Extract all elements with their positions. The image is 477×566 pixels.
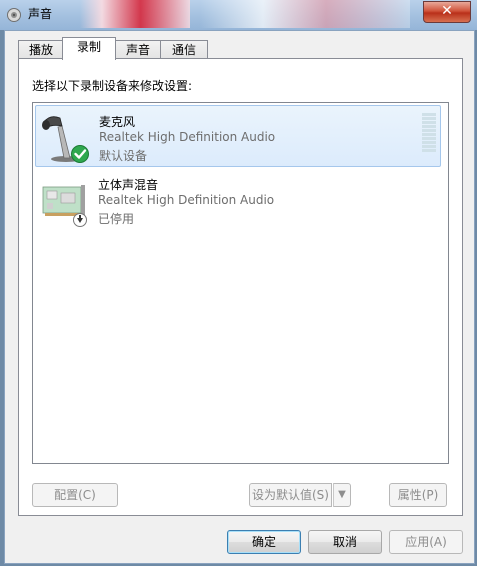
recording-panel: 选择以下录制设备来修改设置: 麦克风 Realtek High Definiti… — [18, 58, 463, 516]
level-meter — [422, 113, 436, 155]
tab-communications[interactable]: 通信 — [160, 40, 208, 59]
tab-playback[interactable]: 播放 — [18, 40, 64, 59]
device-driver: Realtek High Definition Audio — [99, 130, 276, 144]
device-name: 麦克风 — [99, 115, 136, 129]
background-blur — [80, 0, 190, 28]
level-bar — [422, 129, 436, 132]
level-bar — [422, 113, 436, 116]
level-bar — [422, 133, 436, 136]
disabled-arrow-icon — [73, 213, 87, 227]
level-bar — [422, 149, 436, 152]
title-bar[interactable]: 声音 ✕ — [0, 0, 477, 30]
level-bar — [422, 121, 436, 124]
window-title: 声音 — [28, 7, 53, 21]
device-driver: Realtek High Definition Audio — [98, 193, 275, 207]
device-list[interactable]: 麦克风 Realtek High Definition Audio 默认设备 立… — [32, 102, 449, 464]
dialog-body: 播放 录制 声音 通信 选择以下录制设备来修改设置: 麦克风 Realtek H… — [4, 30, 475, 564]
level-bar — [422, 145, 436, 148]
device-stereo-mix[interactable]: 立体声混音 Realtek High Definition Audio 已停用 — [35, 169, 441, 231]
cancel-button[interactable]: 取消 — [308, 530, 382, 554]
device-name: 立体声混音 — [98, 178, 159, 192]
speaker-icon — [7, 8, 21, 22]
set-default-button[interactable]: 设为默认值(S) — [249, 483, 332, 507]
tab-recording[interactable]: 录制 — [62, 37, 116, 60]
default-checkmark-icon — [71, 145, 89, 163]
level-bar — [422, 125, 436, 128]
configure-button[interactable]: 配置(C) — [32, 483, 118, 507]
instruction-text: 选择以下录制设备来修改设置: — [32, 79, 193, 93]
level-bar — [422, 117, 436, 120]
level-bar — [422, 137, 436, 140]
level-bar — [422, 141, 436, 144]
microphone-icon — [42, 116, 89, 163]
tab-sounds[interactable]: 声音 — [114, 40, 162, 59]
device-microphone[interactable]: 麦克风 Realtek High Definition Audio 默认设备 — [35, 105, 441, 167]
set-default-dropdown-arrow[interactable]: ▼ — [333, 483, 351, 507]
background-blur — [200, 0, 410, 28]
sound-card-icon — [42, 185, 87, 227]
device-status: 默认设备 — [99, 149, 148, 163]
ok-button[interactable]: 确定 — [227, 530, 301, 554]
close-button[interactable]: ✕ — [423, 1, 471, 23]
apply-button[interactable]: 应用(A) — [389, 530, 463, 554]
device-status: 已停用 — [98, 212, 135, 226]
properties-button[interactable]: 属性(P) — [389, 483, 447, 507]
